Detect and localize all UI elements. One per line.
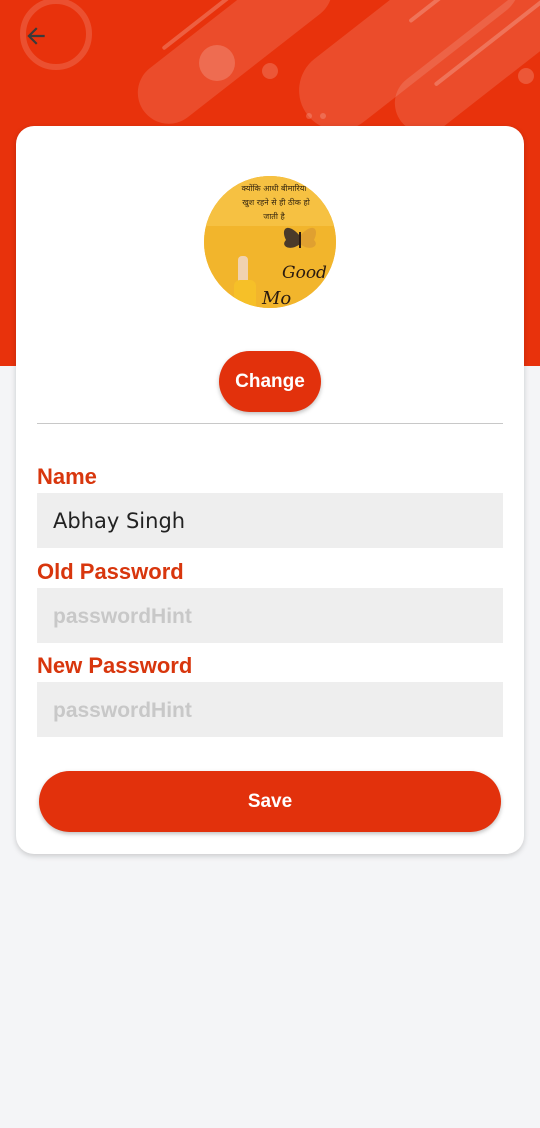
profile-card: क्योंकि आधी बीमारियां खुश रहने से ही ठीक…: [16, 126, 524, 854]
avatar[interactable]: क्योंकि आधी बीमारियां खुश रहने से ही ठीक…: [204, 176, 336, 308]
avatar-greeting-mo: Mo: [261, 288, 291, 308]
decor-dot: [199, 45, 235, 81]
old-password-label: Old Password: [37, 559, 184, 584]
new-password-label: New Password: [37, 653, 193, 678]
decor-dot: [320, 113, 326, 119]
back-button[interactable]: [18, 18, 54, 54]
edit-profile-screen: क्योंकि आधी बीमारियां खुश रहने से ही ठीक…: [0, 0, 540, 1128]
avatar-greeting-good: Good: [282, 263, 327, 283]
name-input[interactable]: [37, 493, 503, 548]
avatar-hindi-line-1: क्योंकि आधी बीमारियां: [241, 183, 307, 193]
save-button[interactable]: Save: [39, 771, 501, 832]
change-photo-button[interactable]: Change: [219, 351, 321, 412]
avatar-hindi-line-2: खुश रहने से ही ठीक हो: [242, 197, 310, 208]
decor-dot: [518, 68, 534, 84]
old-password-input[interactable]: [37, 588, 503, 643]
decor-dot: [306, 113, 312, 119]
avatar-image: क्योंकि आधी बीमारियां खुश रहने से ही ठीक…: [204, 176, 336, 308]
new-password-input[interactable]: [37, 682, 503, 737]
decor-dot: [262, 63, 278, 79]
avatar-hindi-line-3: जाती है: [263, 211, 285, 221]
name-label: Name: [37, 464, 97, 489]
arrow-left-icon: [27, 27, 45, 45]
divider: [37, 423, 503, 424]
